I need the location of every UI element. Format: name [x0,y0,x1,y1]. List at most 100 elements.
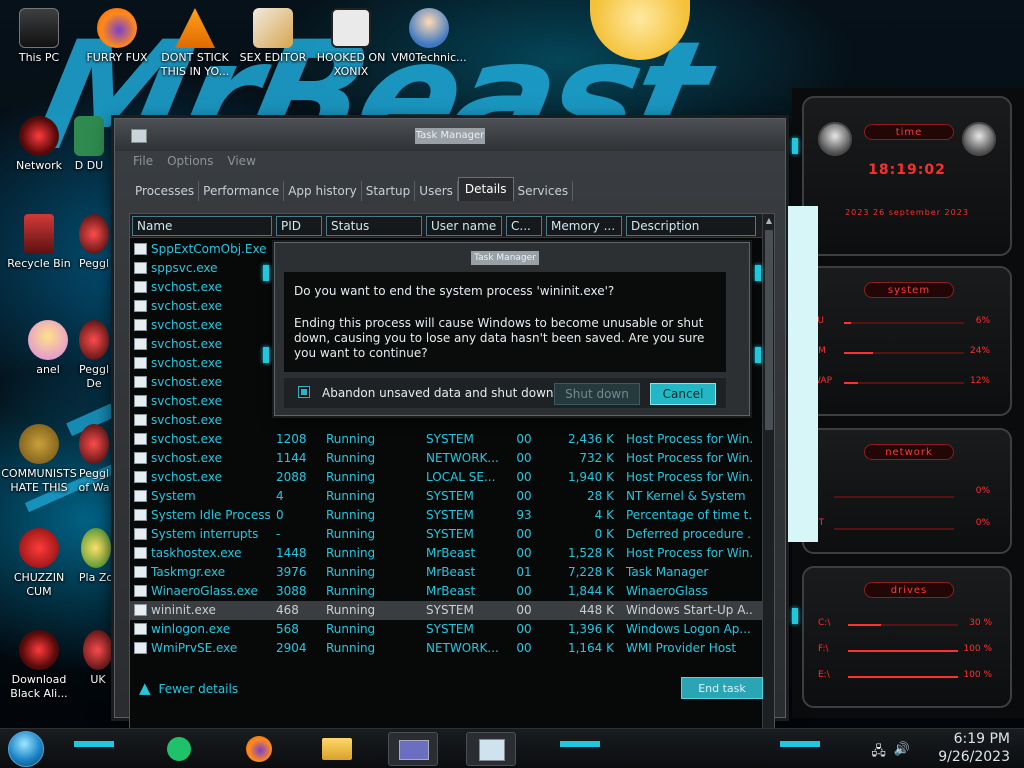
process-memory: 732 K [579,451,614,465]
table-row[interactable]: WinaeroGlass.exe 3088 Running MrBeast 00 1,84… [130,582,762,601]
clock-time: 6:19 PM [953,731,1010,747]
table-row[interactable]: wininit.exe 468 Running SYSTEM 00 448 K Window… [130,601,762,620]
menu-options[interactable]: Options [167,154,213,172]
taskbar-firefox[interactable] [234,732,284,766]
teal-accent [755,265,761,281]
task-manager-titlebar[interactable]: Task Manager [115,119,785,151]
network-panel: network 0% UT 0% [802,428,1012,554]
table-row[interactable]: svchost.exe 1208 Running SYSTEM 00 2,436 K Hos… [130,430,762,449]
cancel-button[interactable]: Cancel [650,383,716,405]
tab-performance[interactable]: Performance [199,181,285,201]
process-cpu: 00 [516,603,532,617]
control-panel-icon [399,740,429,760]
process-name-text: WinaeroGlass.exe [151,584,258,598]
taskbar-control-panel[interactable] [388,732,438,766]
desktop-icon-peggle[interactable]: Peggl [72,214,116,271]
menu-view[interactable]: View [227,154,255,172]
process-memory: 1,396 K [567,622,614,636]
desktop-icon-sex-editor[interactable]: SEX EDITOR [235,8,311,65]
column-header-memory[interactable]: Memory ... [546,216,622,236]
menu-file[interactable]: File [133,154,153,172]
process-name: SppExtComObj.Exe [134,240,270,259]
desktop-icon-vm0technic[interactable]: VM0Technic... [391,8,467,65]
process-name: winlogon.exe [134,620,270,639]
process-pid: 468 [276,603,299,617]
vertical-scrollbar[interactable]: ▲ ▼ [762,214,774,758]
process-memory: 7,228 K [567,565,614,579]
process-name: svchost.exe [134,373,270,392]
column-header-user[interactable]: User name [426,216,502,236]
abandon-data-checkbox[interactable] [298,386,310,398]
clock-date: 9/26/2023 [938,749,1010,765]
taskbar-clock[interactable]: 6:19 PM 9/26/2023 [920,730,1010,766]
desktop-icon-furry-fux[interactable]: FURRY FUX [79,8,155,65]
tab-details[interactable]: Details [457,177,514,201]
desktop-icon-peggle-nights[interactable]: Peggl of Wa [72,424,116,495]
desktop-icon-recycle-bin[interactable]: Recycle Bin [1,214,77,271]
tab-app-history[interactable]: App history [284,181,362,201]
scroll-up-arrow-icon[interactable]: ▲ [764,216,774,226]
desktop-icon-peggle-deluxe[interactable]: Peggl De [72,320,116,391]
process-name: svchost.exe [134,297,270,316]
process-user: MrBeast [426,546,476,560]
table-row[interactable]: svchost.exe 2088 Running LOCAL SE... 00 1,940… [130,468,762,487]
table-row[interactable]: System interrupts - Running SYSTEM 00 0 K Defe… [130,525,762,544]
table-row[interactable]: winlogon.exe 568 Running SYSTEM 00 1,396 K Win… [130,620,762,639]
tab-startup[interactable]: Startup [362,181,416,201]
drive-value: 30 % [969,618,992,628]
system-usage-bar [844,322,964,324]
desktop-icon-download-black[interactable]: Download Black Ali... [1,630,77,701]
start-button[interactable] [8,731,44,767]
teal-accent [792,138,798,154]
process-icon [134,547,147,559]
end-task-button[interactable]: End task [681,677,763,699]
process-name-text: winlogon.exe [151,622,231,636]
fewer-details-link[interactable]: ▲ Fewer details [139,679,238,697]
process-icon [134,395,147,407]
process-name: svchost.exe [134,449,270,468]
tab-users[interactable]: Users [415,181,458,201]
desktop-icon-dont-stick[interactable]: DONT STICK THIS IN YO... [157,8,233,79]
column-header-cpu[interactable]: C... [506,216,542,236]
taskbar: 🖧 🔊 6:19 PM 9/26/2023 [0,728,1024,768]
desktop-icon-du[interactable]: D DU [64,116,114,173]
network-tray-icon[interactable]: 🖧 [871,742,886,764]
tab-services[interactable]: Services [514,181,574,201]
table-row[interactable]: System Idle Process 0 Running SYSTEM 93 4 K Pe… [130,506,762,525]
network-out-graph [834,528,954,530]
volume-icon[interactable]: 🔊 [894,742,910,764]
drive-usage-fill [848,650,958,652]
system-usage-bar [844,352,964,354]
table-row[interactable]: taskhostex.exe 1448 Running MrBeast 00 1,528 … [130,544,762,563]
process-status: Running [326,470,376,484]
taskbar-chat-app[interactable] [154,732,204,766]
process-description: NT Kernel & System [626,489,746,503]
firefox-icon [97,8,137,48]
desktop-icon-hooked-on-xonix[interactable]: HOOKED ON XONIX [313,8,389,79]
tab-processes[interactable]: Processes [131,181,200,201]
taskbar-file-explorer[interactable] [312,732,362,766]
doctor-avatar-icon [409,8,449,48]
column-header-status[interactable]: Status [326,216,422,236]
taskbar-task-manager[interactable] [466,732,516,766]
process-name-text: svchost.exe [151,394,222,408]
column-header-pid[interactable]: PID [276,216,322,236]
desktop-icon-panel[interactable]: anel [20,320,76,377]
table-row[interactable]: WmiPrvSE.exe 2904 Running NETWORK... 00 1,164… [130,639,762,658]
table-row[interactable]: System 4 Running SYSTEM 00 28 K NT Kernel & Sy… [130,487,762,506]
process-name: svchost.exe [134,468,270,487]
desktop-icon-chuzzin-cum[interactable]: CHUZZIN CUM [1,528,77,599]
shut-down-button[interactable]: Shut down [554,383,640,405]
process-icon [134,528,147,540]
scrollbar-thumb[interactable] [765,230,773,430]
table-row[interactable]: Taskmgr.exe 3976 Running MrBeast 01 7,228 K Ta… [130,563,762,582]
desktop-icon-plants-zombies[interactable]: Pla Zo [74,528,118,585]
column-header-name[interactable]: Name [132,216,272,236]
desktop-icon-this-pc[interactable]: This PC [1,8,77,65]
table-row[interactable]: svchost.exe 1144 Running NETWORK... 00 732 K H… [130,449,762,468]
desktop-icon-communists[interactable]: COMMUNISTS HATE THIS G... [1,424,77,495]
abandon-data-label[interactable]: Abandon unsaved data and shut down. [322,386,557,400]
column-header-description[interactable]: Description [626,216,756,236]
process-name-text: System interrupts [151,527,259,541]
process-cpu: 00 [516,527,532,541]
